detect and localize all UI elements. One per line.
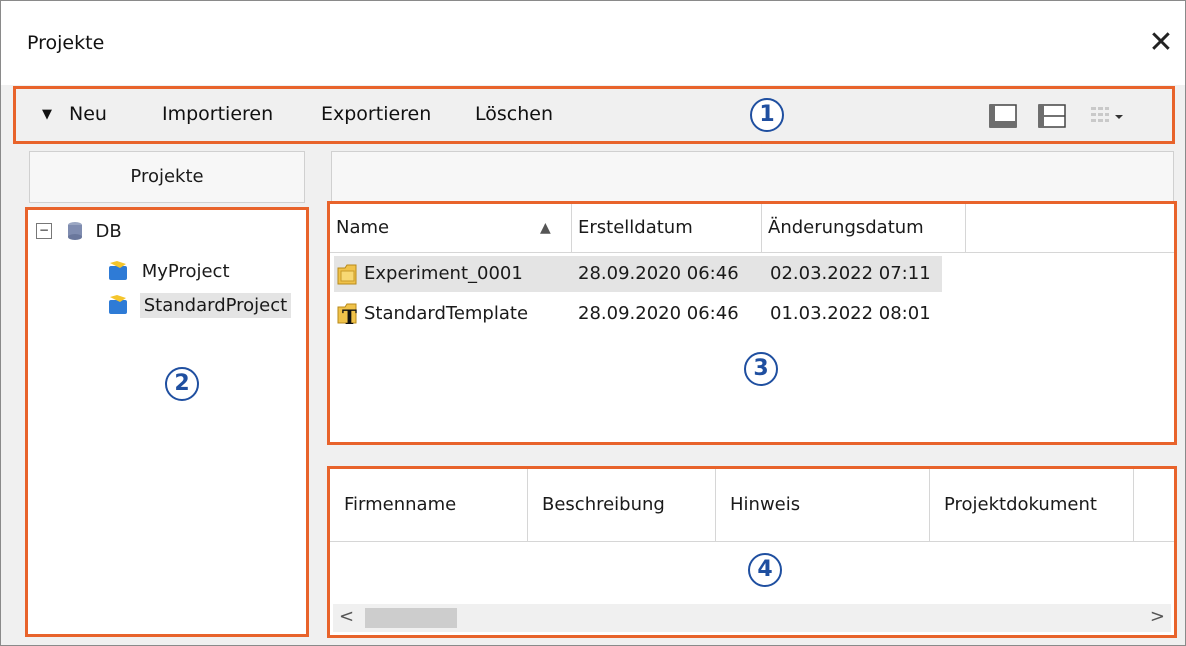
tree-node-standardproject[interactable]: StandardProject xyxy=(106,292,292,318)
column-header-company[interactable]: Firmenname xyxy=(330,469,528,541)
row-created: 28.09.2020 06:46 xyxy=(578,303,739,324)
project-icon xyxy=(109,295,127,314)
row-modified: 01.03.2022 08:01 xyxy=(770,303,931,324)
projects-window: Projekte ✕ ▼ Neu Importieren Exportieren… xyxy=(0,0,1186,646)
tree-label-db: DB xyxy=(95,220,122,242)
tree-label-myproject: MyProject xyxy=(141,260,230,282)
callout-4: 4 xyxy=(748,553,782,587)
new-dropdown-icon[interactable]: ▼ xyxy=(42,107,52,122)
column-label-name: Name xyxy=(336,217,390,238)
database-icon xyxy=(67,222,82,240)
toolbar: ▼ Neu Importieren Exportieren Löschen 1 xyxy=(13,86,1175,144)
tree-node-myproject[interactable]: MyProject xyxy=(106,260,230,282)
scroll-right-icon[interactable]: > xyxy=(1150,606,1165,627)
columns-dropdown-icon[interactable] xyxy=(1088,102,1128,130)
column-header-description[interactable]: Beschreibung xyxy=(528,469,716,541)
sort-ascending-icon: ▲ xyxy=(540,220,551,236)
project-list: Name ▲ Erstelldatum Änderungsdatum Exper… xyxy=(327,201,1177,445)
project-icon xyxy=(109,261,127,280)
row-modified: 02.03.2022 07:11 xyxy=(770,263,931,284)
tree-node-db[interactable]: − DB xyxy=(36,220,122,242)
import-button[interactable]: Importieren xyxy=(162,103,273,125)
svg-text:T: T xyxy=(342,305,357,327)
close-icon[interactable]: ✕ xyxy=(1141,23,1181,63)
column-header-modified[interactable]: Änderungsdatum xyxy=(762,204,966,252)
column-header-note[interactable]: Hinweis xyxy=(716,469,930,541)
export-button[interactable]: Exportieren xyxy=(321,103,431,125)
callout-1: 1 xyxy=(750,98,784,132)
template-folder-icon: T xyxy=(337,303,357,327)
callout-2: 2 xyxy=(165,367,199,401)
delete-button[interactable]: Löschen xyxy=(475,103,553,125)
horizontal-scrollbar[interactable]: < > xyxy=(333,604,1171,632)
new-button[interactable]: Neu xyxy=(69,103,107,125)
scroll-thumb[interactable] xyxy=(365,608,457,628)
collapse-icon[interactable]: − xyxy=(36,223,52,239)
row-name: StandardTemplate xyxy=(364,303,529,324)
project-details: Firmenname Beschreibung Hinweis Projektd… xyxy=(327,466,1177,638)
scroll-left-icon[interactable]: < xyxy=(339,606,354,627)
project-folder-icon xyxy=(337,264,357,285)
projects-panel-header[interactable]: Projekte xyxy=(29,151,305,203)
column-header-name[interactable]: Name ▲ xyxy=(330,204,572,252)
tree-label-standardproject: StandardProject xyxy=(139,292,292,318)
list-header-strip xyxy=(331,151,1174,203)
row-created: 28.09.2020 06:46 xyxy=(578,263,739,284)
window-title: Projekte xyxy=(27,32,105,54)
table-row[interactable]: T StandardTemplate 28.09.2020 06:46 01.0… xyxy=(334,296,942,332)
column-header-project-document[interactable]: Projektdokument xyxy=(930,469,1134,541)
column-header-created[interactable]: Erstelldatum xyxy=(572,204,762,252)
callout-3: 3 xyxy=(744,352,778,386)
row-name: Experiment_0001 xyxy=(364,263,523,284)
title-bar: Projekte ✕ xyxy=(1,1,1185,85)
layout-bottom-pane-icon[interactable] xyxy=(1037,102,1069,130)
project-tree: − DB MyProject StandardProject 2 xyxy=(25,207,309,637)
table-row[interactable]: Experiment_0001 28.09.2020 06:46 02.03.2… xyxy=(334,256,942,292)
layout-left-pane-icon[interactable] xyxy=(988,102,1020,130)
